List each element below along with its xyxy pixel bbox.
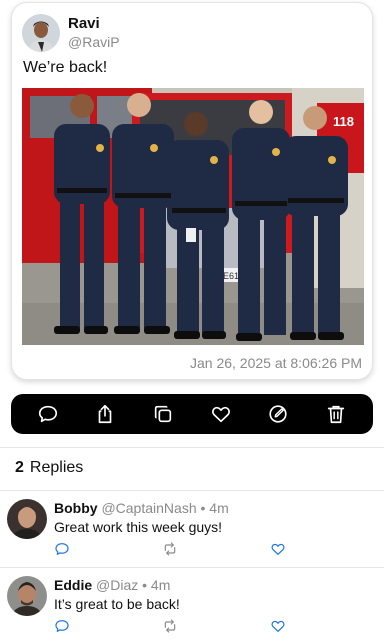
- edit-icon: [269, 405, 288, 423]
- reply-author-handle[interactable]: @Diaz: [96, 577, 138, 593]
- reply-like-button[interactable]: [270, 541, 288, 559]
- reply-comment-button[interactable]: [54, 541, 72, 559]
- reply-like-button[interactable]: [270, 618, 288, 636]
- comment-icon: [38, 405, 57, 423]
- reply-time: 4m: [150, 577, 171, 593]
- reply-header: Eddie @Diaz • 4m: [54, 577, 170, 593]
- reply-text: Great work this week guys!: [54, 519, 223, 535]
- edit-button[interactable]: [261, 397, 295, 431]
- reply-actions: [54, 541, 294, 561]
- truck-number: 118: [333, 114, 354, 129]
- heart-icon: [271, 620, 285, 632]
- reply-header: Bobby @CaptainNash • 4m: [54, 500, 229, 516]
- post-card: Ravi @RaviP We’re back! 118 3E6145 Jan 2…: [11, 2, 373, 380]
- reply-comment-button[interactable]: [54, 618, 72, 636]
- reply-repost-button[interactable]: [162, 618, 180, 636]
- share-icon: [99, 404, 112, 424]
- author-name[interactable]: Ravi: [68, 15, 120, 33]
- reply-avatar[interactable]: [7, 499, 47, 539]
- post-text: We’re back!: [23, 59, 108, 76]
- reply-avatar[interactable]: [7, 576, 47, 616]
- replies-header: 2 Replies: [15, 459, 83, 477]
- repost-icon: [164, 542, 176, 556]
- delete-button[interactable]: [319, 397, 353, 431]
- author-handle[interactable]: @RaviP: [68, 33, 120, 51]
- share-button[interactable]: [88, 397, 122, 431]
- comment-icon: [55, 543, 69, 555]
- reply-author-name[interactable]: Bobby: [54, 500, 98, 516]
- comment-icon: [55, 620, 69, 632]
- heart-icon: [271, 543, 285, 555]
- copy-button[interactable]: [146, 397, 180, 431]
- post-photo[interactable]: 118 3E6145: [22, 88, 364, 345]
- replies-label: Replies: [29, 459, 84, 476]
- reply-item[interactable]: Eddie @Diaz • 4m It’s great to be back!: [0, 568, 384, 644]
- reply-button[interactable]: [31, 397, 65, 431]
- reply-author-name[interactable]: Eddie: [54, 577, 92, 593]
- post-author: Ravi @RaviP: [22, 13, 120, 53]
- post-timestamp: Jan 26, 2025 at 8:06:26 PM: [189, 355, 362, 371]
- trash-icon: [327, 405, 345, 424]
- reply-text: It’s great to be back!: [54, 596, 180, 612]
- repost-icon: [164, 619, 176, 633]
- replies-count: 2: [15, 459, 24, 476]
- divider: [0, 447, 384, 448]
- reply-repost-button[interactable]: [162, 541, 180, 559]
- post-action-bar: [11, 394, 373, 434]
- heart-icon: [211, 406, 230, 423]
- separator-dot: •: [200, 500, 206, 516]
- reply-actions: [54, 618, 294, 638]
- reply-time: 4m: [209, 500, 229, 516]
- author-avatar[interactable]: [22, 14, 60, 52]
- copy-icon: [154, 405, 172, 423]
- reply-author-handle[interactable]: @CaptainNash: [101, 500, 196, 516]
- like-button[interactable]: [204, 397, 238, 431]
- reply-item[interactable]: Bobby @CaptainNash • 4m Great work this …: [0, 491, 384, 567]
- separator-dot: •: [142, 577, 148, 593]
